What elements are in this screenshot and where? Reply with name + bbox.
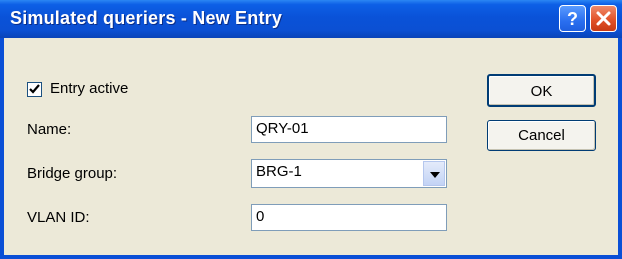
dropdown-button[interactable] [423,161,445,186]
dialog-window: Simulated queriers - New Entry ? Entry a… [0,0,622,259]
vlan-id-input[interactable]: 0 [251,204,447,231]
close-x-icon [596,11,611,26]
question-mark-icon: ? [567,9,578,29]
vlan-id-label: VLAN ID: [27,209,90,226]
ok-button[interactable]: OK [487,74,596,107]
entry-active-checkbox[interactable] [27,82,42,97]
bridge-group-value: BRG-1 [256,163,302,180]
entry-active-label[interactable]: Entry active [50,80,128,97]
name-label: Name: [27,121,72,138]
name-value: QRY-01 [256,120,309,137]
vlan-id-value: 0 [256,208,265,225]
close-button[interactable] [590,5,617,32]
bridge-group-select[interactable]: BRG-1 [251,159,447,188]
svg-text:?: ? [567,9,578,29]
bridge-group-label: Bridge group: [27,165,118,182]
help-button[interactable]: ? [559,5,586,32]
window-frame-bottom [0,255,622,259]
chevron-down-icon [430,172,440,178]
dialog-body: Entry active Name: QRY-01 Bridge group: … [4,38,618,255]
title-bar[interactable]: Simulated queriers - New Entry ? [0,0,622,38]
cancel-button[interactable]: Cancel [487,120,596,151]
checkmark-icon [29,84,40,94]
window-title: Simulated queriers - New Entry [10,8,283,28]
name-input[interactable]: QRY-01 [251,116,447,143]
